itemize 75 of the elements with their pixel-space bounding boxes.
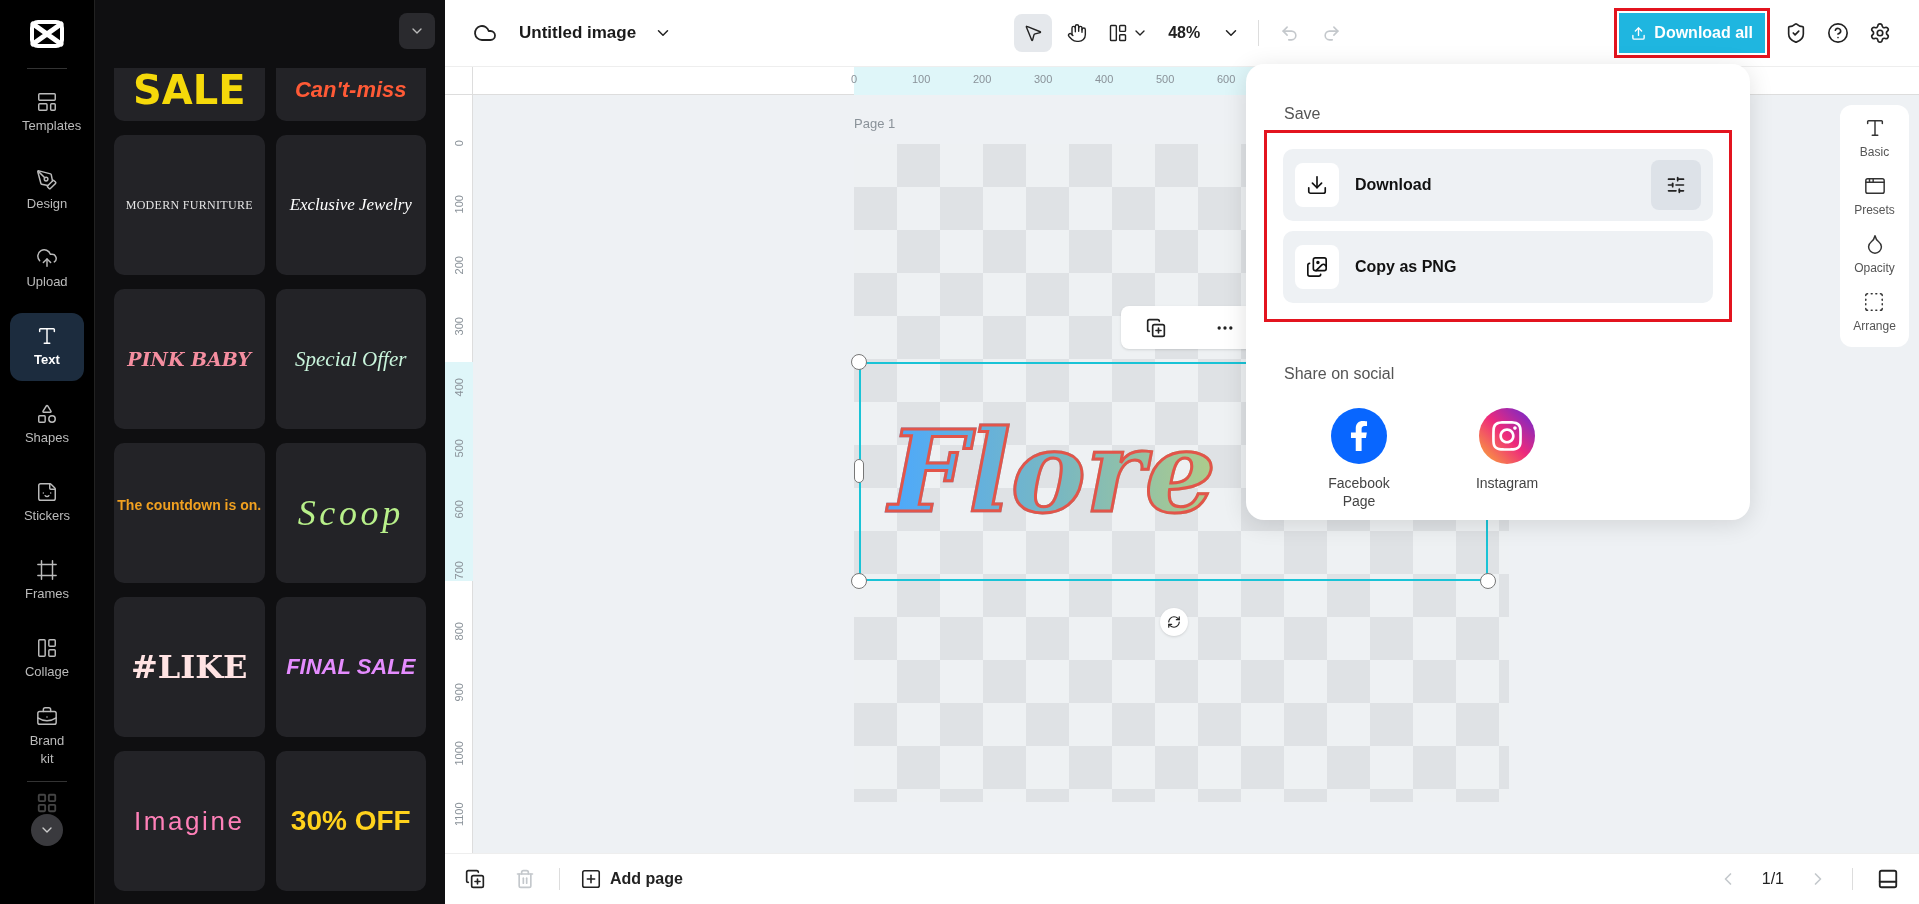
side-tool-button[interactable]: Opacity (1854, 233, 1895, 277)
settings-icon[interactable] (1869, 22, 1891, 44)
app-logo[interactable] (30, 20, 64, 48)
rail-item[interactable]: Text (10, 313, 84, 381)
side-tool-button[interactable]: Basic (1859, 117, 1890, 161)
collapse-button[interactable] (399, 13, 435, 49)
text-preset-card[interactable]: The countdown is on. (114, 443, 265, 583)
save-heading: Save (1284, 104, 1322, 124)
resize-handle[interactable] (851, 354, 867, 370)
rail-item[interactable]: Design (10, 157, 84, 225)
copy-icon (1306, 256, 1328, 278)
text-preset-card[interactable]: #LIKE (114, 597, 265, 737)
sliders-icon (1666, 175, 1686, 195)
side-tool-button[interactable]: Presets (1854, 175, 1895, 219)
text-preset-card[interactable]: MODERN FURNITURE (114, 135, 265, 275)
frame-icon (36, 559, 58, 581)
page-counter: 1/1 (1761, 869, 1784, 889)
layout-icon (1108, 23, 1129, 43)
text-preset-card[interactable]: Special Offer (275, 289, 426, 429)
text-preset-card[interactable]: FINAL SALE (275, 597, 426, 737)
resize-handle[interactable] (854, 459, 864, 483)
dashed-square-icon (1863, 291, 1886, 313)
instagram-logo (1479, 408, 1535, 464)
vertical-ruler: 0 100 200 300 400 500 600 700 800 900 1000 1100 (445, 95, 473, 853)
rail-item[interactable]: Brand kit (10, 703, 84, 771)
text-preset-card[interactable]: 30% OFF (275, 751, 426, 891)
facebook-logo (1331, 408, 1387, 464)
duplicate-page-icon[interactable] (465, 869, 485, 889)
shapes-icon (36, 403, 58, 425)
panel-toggle-icon[interactable] (1877, 868, 1899, 890)
resize-handle[interactable] (851, 573, 867, 589)
expand-button[interactable] (31, 814, 63, 846)
text-preset-card[interactable]: PINK BABY (114, 289, 265, 429)
text-preset-card[interactable]: Scoop (275, 443, 426, 583)
add-page-icon (580, 868, 602, 890)
help-icon[interactable] (1827, 22, 1849, 44)
share-heading: Share on social (1284, 364, 1396, 384)
rail-item[interactable]: Collage (10, 625, 84, 693)
text-preset-card[interactable]: SALE (114, 66, 265, 121)
layout-icon (36, 637, 58, 659)
text-icon (36, 325, 58, 347)
rotate-handle[interactable] (1160, 608, 1188, 636)
undo-icon (1279, 23, 1299, 43)
rail-item[interactable]: Frames (10, 547, 84, 615)
download-icon (1306, 174, 1328, 196)
rotate-icon (1167, 615, 1181, 629)
duplicate-icon[interactable] (1145, 317, 1166, 338)
redo-icon (1321, 23, 1341, 43)
rail-item[interactable]: Stickers (10, 469, 84, 537)
rail-item[interactable]: Upload (10, 235, 84, 303)
add-page-button[interactable]: Add page (580, 867, 683, 891)
side-tool-button[interactable]: Arrange (1853, 291, 1896, 335)
social-share-button[interactable]: Facebook Page (1304, 408, 1414, 510)
rail-item[interactable]: Shapes (10, 391, 84, 459)
rail-item[interactable]: Templates (10, 79, 84, 147)
document-title[interactable]: Untitled image (519, 20, 637, 46)
zoom-level[interactable]: 48% (1168, 21, 1201, 45)
shield-check-icon[interactable] (1785, 22, 1807, 44)
hand-icon (1067, 23, 1088, 43)
template-icon (36, 91, 58, 113)
text-preset-card[interactable]: Can't-miss (275, 66, 426, 121)
upload-icon (1631, 25, 1647, 41)
text-preset-card[interactable]: Exclusive Jewelry (275, 135, 426, 275)
pen-icon (36, 169, 58, 191)
briefcase-icon (36, 706, 58, 728)
page-label: Page 1 (854, 115, 896, 133)
save-option[interactable]: Download (1283, 149, 1713, 221)
select-tool-button[interactable] (1014, 14, 1053, 52)
sticker-icon (36, 481, 58, 503)
cloud-upload-icon (36, 247, 58, 269)
save-option[interactable]: Copy as PNG (1283, 231, 1713, 303)
resize-handle[interactable] (1480, 573, 1496, 589)
download-settings-button[interactable] (1651, 160, 1701, 210)
text-preset-card[interactable]: Imagine (114, 751, 265, 891)
pointer-icon (1023, 23, 1044, 43)
